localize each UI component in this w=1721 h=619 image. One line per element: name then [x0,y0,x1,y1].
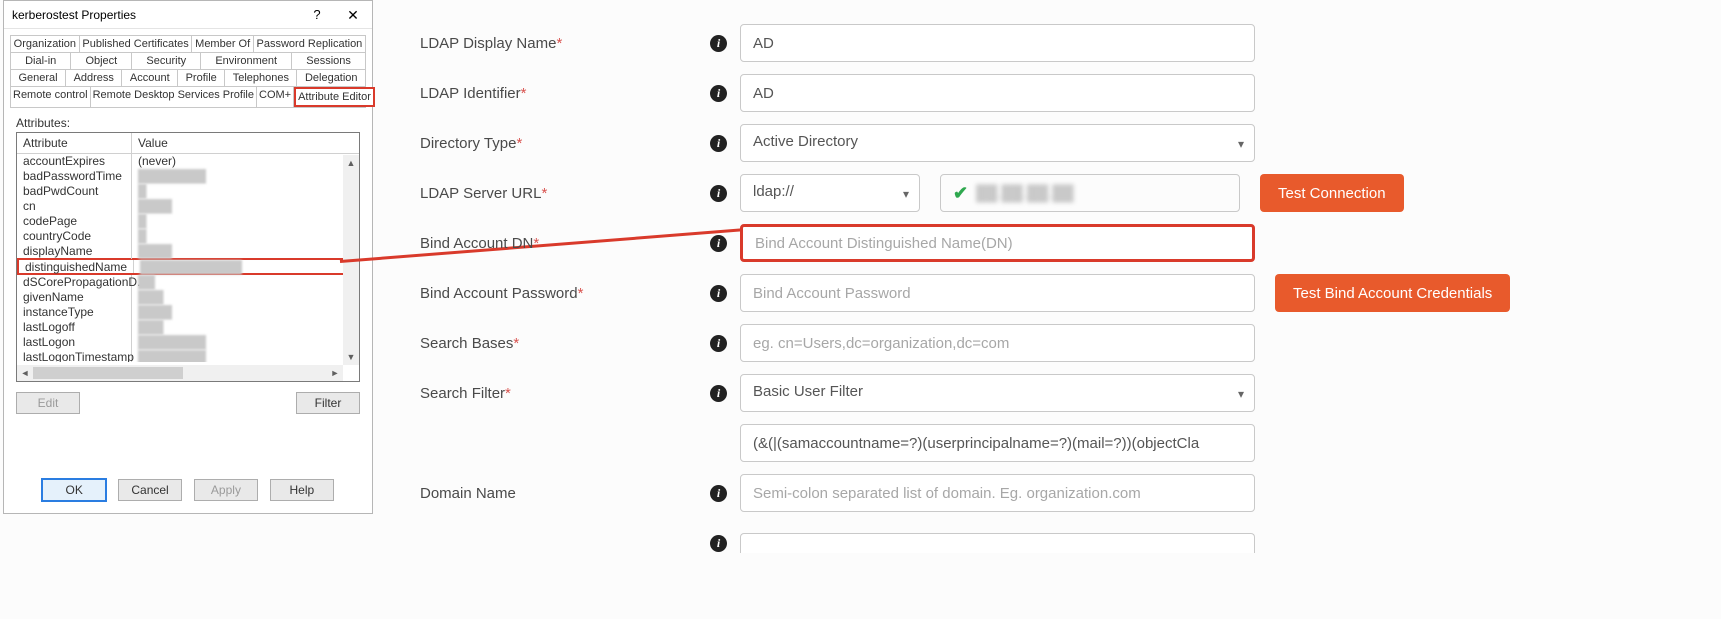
attribute-row[interactable]: codePage█ [17,214,359,229]
label-server-url: LDAP Server URL* [420,185,710,202]
attribute-row[interactable]: cn████ [17,199,359,214]
horizontal-scrollbar[interactable] [17,365,343,381]
tab-published-certificates[interactable]: Published Certificates [80,36,193,52]
attribute-row[interactable]: badPasswordTime████████ [17,169,359,184]
info-icon[interactable]: i [710,485,727,502]
properties-dialog: kerberostest Properties ? ✕ Organization… [3,0,373,514]
info-icon[interactable]: i [710,235,727,252]
chevron-down-icon: ▾ [1238,387,1244,401]
close-icon[interactable]: ✕ [338,1,368,29]
tab-environment[interactable]: Environment [201,53,292,69]
tab-security[interactable]: Security [132,53,201,69]
label-search-filter: Search Filter* [420,385,710,402]
tab-strip: Organization Published Certificates Memb… [4,29,372,110]
apply-button[interactable]: Apply [194,479,258,501]
chevron-down-icon: ▾ [1238,137,1244,151]
search-bases-input[interactable] [740,324,1255,362]
label-identifier: LDAP Identifier* [420,85,710,102]
tab-address[interactable]: Address [66,70,122,86]
tab-profile[interactable]: Profile [178,70,225,86]
tab-delegation[interactable]: Delegation [297,70,365,86]
info-icon[interactable]: i [710,85,727,102]
display-name-input[interactable] [740,24,1255,62]
column-value[interactable]: Value [132,133,359,153]
tab-object[interactable]: Object [71,53,132,69]
tab-dial-in[interactable]: Dial-in [11,53,71,69]
info-icon[interactable]: i [710,335,727,352]
attributes-label: Attributes: [16,116,372,130]
info-icon[interactable]: i [710,285,727,302]
tab-com-plus[interactable]: COM+ [257,87,294,107]
tab-sessions[interactable]: Sessions [292,53,365,69]
tab-organization[interactable]: Organization [11,36,80,52]
attribute-row[interactable]: lastLogonTimestamp████████ [17,350,359,362]
attributes-listbox[interactable]: Attribute Value accountExpires(never)bad… [16,132,360,382]
attribute-row[interactable]: countryCode█ [17,229,359,244]
tab-member-of[interactable]: Member Of [192,36,253,52]
search-filter-select[interactable]: Basic User Filter ▾ [740,374,1255,412]
help-button[interactable]: Help [270,479,334,501]
label-domain-name: Domain Name [420,485,710,502]
label-display-name: LDAP Display Name* [420,35,710,52]
tab-remote-control[interactable]: Remote control [11,87,91,107]
dialog-titlebar[interactable]: kerberostest Properties ? ✕ [4,1,372,29]
server-url-verified: ✔ ██.██.██.██ [940,174,1240,212]
tab-telephones[interactable]: Telephones [225,70,297,86]
bind-dn-input[interactable] [740,224,1255,262]
test-connection-button[interactable]: Test Connection [1260,174,1404,212]
directory-type-select[interactable]: Active Directory ▾ [740,124,1255,162]
filter-expression-input[interactable] [740,424,1255,462]
dialog-title: kerberostest Properties [12,8,136,22]
chevron-down-icon: ▾ [903,187,909,201]
identifier-input[interactable] [740,74,1255,112]
bind-password-input[interactable] [740,274,1255,312]
label-bind-password: Bind Account Password* [420,285,710,302]
tab-rds-profile[interactable]: Remote Desktop Services Profile [91,87,257,107]
test-bind-button[interactable]: Test Bind Account Credentials [1275,274,1510,312]
attribute-row[interactable]: instanceType████ [17,305,359,320]
attribute-row[interactable]: lastLogoff███ [17,320,359,335]
edit-button[interactable]: Edit [16,392,80,414]
attribute-row[interactable]: distinguishedName████████████ [17,258,359,275]
tab-password-replication[interactable]: Password Replication [254,36,365,52]
tab-attribute-editor[interactable]: Attribute Editor [294,87,375,107]
tab-general[interactable]: General [11,70,66,86]
next-input-partial[interactable] [740,533,1255,553]
tab-account[interactable]: Account [122,70,178,86]
attribute-row[interactable]: badPwdCount█ [17,184,359,199]
attribute-row[interactable]: displayName████ [17,244,359,259]
info-icon[interactable]: i [710,385,727,402]
attribute-row[interactable]: accountExpires(never) [17,154,359,169]
domain-name-input[interactable] [740,474,1255,512]
attribute-row[interactable]: lastLogon████████ [17,335,359,350]
info-icon[interactable]: i [710,135,727,152]
label-search-bases: Search Bases* [420,335,710,352]
info-icon[interactable]: i [710,185,727,202]
info-icon[interactable]: i [710,35,727,52]
url-scheme-select[interactable]: ldap:// ▾ [740,174,920,212]
ldap-config-form: LDAP Display Name* i LDAP Identifier* i … [420,18,1710,568]
cancel-button[interactable]: Cancel [118,479,182,501]
help-icon[interactable]: ? [302,1,332,29]
label-directory-type: Directory Type* [420,135,710,152]
label-bind-dn: Bind Account DN* [420,235,710,252]
attribute-row[interactable]: dSCorePropagationD...██ [17,275,359,290]
info-icon[interactable]: i [710,535,727,552]
column-attribute[interactable]: Attribute [17,133,132,153]
ok-button[interactable]: OK [42,479,106,501]
check-icon: ✔ [953,183,968,204]
filter-button[interactable]: Filter [296,392,360,414]
attribute-row[interactable]: givenName███ [17,290,359,305]
